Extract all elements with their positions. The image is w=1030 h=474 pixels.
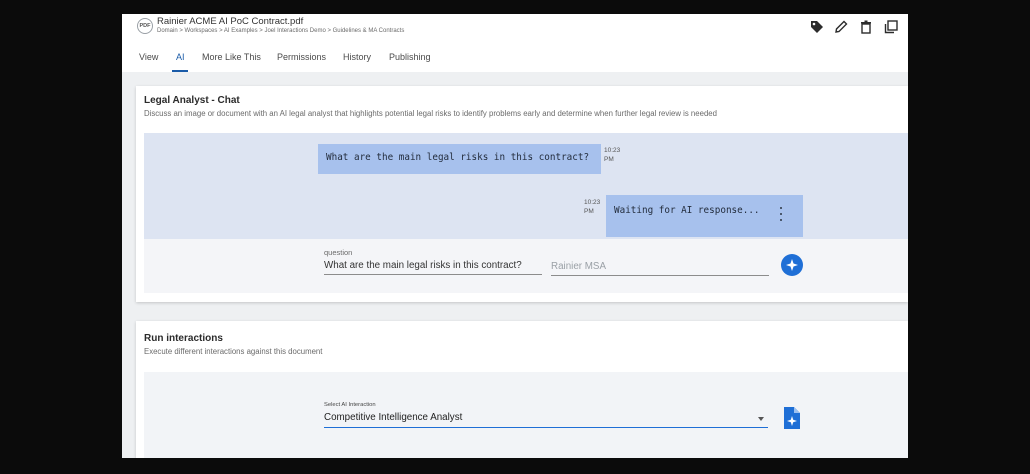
more-options-icon[interactable]: [778, 207, 784, 221]
ai-message-time-ampm: PM: [584, 208, 594, 215]
legal-analyst-chat-card: Legal Analyst - Chat Discuss an image or…: [136, 86, 908, 302]
pencil-icon[interactable]: [832, 18, 850, 36]
tab-ai[interactable]: AI: [176, 52, 185, 62]
run-interactions-card: Run interactions Execute different inter…: [136, 321, 908, 458]
chat-card-title: Legal Analyst - Chat: [144, 95, 240, 106]
send-button[interactable]: [781, 254, 803, 276]
context-input[interactable]: Rainier MSA: [551, 261, 769, 276]
tab-bar: View AI More Like This Permissions Histo…: [122, 44, 908, 72]
tab-more-like-this[interactable]: More Like This: [202, 52, 261, 62]
ai-interaction-select-value: Competitive Intelligence Analyst: [324, 412, 463, 423]
ai-message-time-hm: 10:23: [584, 199, 601, 206]
run-card-title: Run interactions: [144, 333, 223, 344]
chat-card-subtitle: Discuss an image or document with an AI …: [144, 109, 717, 118]
user-message-time: 10:23 PM: [604, 146, 626, 164]
app-window: PDF Rainier ACME AI PoC Contract.pdf Dom…: [122, 14, 908, 458]
tag-icon[interactable]: [808, 18, 826, 36]
ai-message-text: Waiting for AI response...: [614, 205, 760, 216]
document-header: PDF Rainier ACME AI PoC Contract.pdf Dom…: [122, 14, 908, 44]
ai-interaction-select[interactable]: Competitive Intelligence Analyst: [324, 411, 768, 428]
active-tab-indicator: [172, 70, 188, 72]
chat-input-bar: question What are the main legal risks i…: [144, 239, 908, 293]
run-interaction-button[interactable]: [783, 407, 800, 429]
breadcrumb[interactable]: Domain > Workspaces > AI Examples > Joel…: [157, 28, 404, 34]
ai-document-icon: [784, 407, 800, 429]
user-message-bubble: What are the main legal risks in this co…: [318, 144, 601, 174]
ai-message-bubble: Waiting for AI response...: [606, 195, 803, 237]
copy-icon[interactable]: [882, 18, 900, 36]
tab-permissions[interactable]: Permissions: [277, 52, 326, 62]
ai-message-time: 10:23 PM: [584, 198, 606, 216]
tab-history[interactable]: History: [343, 52, 371, 62]
question-label: question: [324, 248, 353, 257]
chat-panel: What are the main legal risks in this co…: [144, 133, 908, 293]
run-card-subtitle: Execute different interactions against t…: [144, 347, 323, 356]
user-message-time-hm: 10:23: [604, 147, 621, 154]
document-title: Rainier ACME AI PoC Contract.pdf: [157, 16, 304, 27]
message-list[interactable]: What are the main legal risks in this co…: [144, 133, 908, 239]
tab-publishing[interactable]: Publishing: [389, 52, 431, 62]
user-message-time-ampm: PM: [604, 156, 614, 163]
dropdown-caret-icon: [758, 417, 764, 421]
sparkle-send-icon: [786, 259, 798, 271]
run-panel: Select AI Interaction Competitive Intell…: [144, 372, 908, 458]
tab-view[interactable]: View: [139, 52, 158, 62]
question-input[interactable]: What are the main legal risks in this co…: [324, 260, 542, 275]
pdf-file-icon: PDF: [137, 18, 153, 34]
select-interaction-label: Select AI Interaction: [324, 402, 376, 408]
trash-icon[interactable]: [857, 18, 875, 36]
